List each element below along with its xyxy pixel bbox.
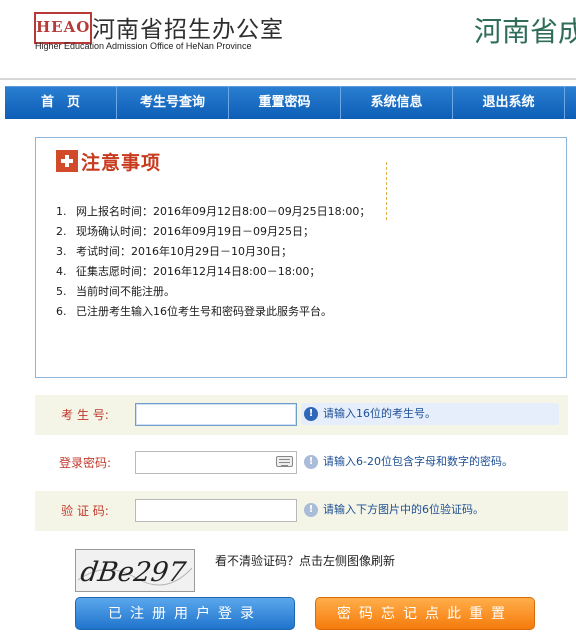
notice-title: 注意事项	[81, 151, 162, 174]
captcha-graphic: dBe297	[76, 550, 194, 591]
notice-item: 1. 网上报名时间：2016年09月12日8:00－09月25日18:00；	[56, 202, 370, 222]
notice-item-number: 4.	[56, 265, 67, 278]
exam-number-hint-text: 请输入16位的考生号。	[323, 407, 436, 420]
plus-icon	[56, 150, 78, 172]
site-banner-title: 河南省成	[474, 15, 576, 48]
header-divider	[0, 78, 576, 80]
nav-exam-number-lookup[interactable]: 考生号查询	[117, 87, 229, 119]
captcha-label: 验 证 码:	[61, 504, 109, 518]
nav-logout[interactable]: 退出系统	[453, 87, 565, 119]
keyboard-icon[interactable]	[276, 456, 293, 467]
exam-number-label: 考 生 号:	[61, 408, 109, 422]
password-hint: ! 请输入6-20位包含字母和数字的密码。	[301, 451, 521, 473]
nav-system-info[interactable]: 系统信息	[341, 87, 453, 119]
nav-home[interactable]: 首 页	[5, 87, 117, 119]
nav-reset-password[interactable]: 重置密码	[229, 87, 341, 119]
exam-number-hint: ! 请输入16位的考生号。	[301, 403, 559, 425]
login-button[interactable]: 已注册用户登录	[75, 597, 295, 630]
page: HEAO 河南省招生办公室 Higher Education Admission…	[0, 0, 576, 639]
info-icon: !	[304, 407, 318, 421]
password-input[interactable]	[135, 451, 297, 474]
captcha-input[interactable]	[135, 499, 297, 522]
notice-item: 5. 当前时间不能注册。	[56, 282, 370, 302]
exam-number-input[interactable]	[135, 403, 297, 426]
notice-item-number: 2.	[56, 225, 67, 238]
notice-item-text: 现场确认时间：2016年09月19日－09月25日；	[76, 225, 314, 238]
logo: HEAO	[34, 12, 92, 44]
main-nav: 首 页 考生号查询 重置密码 系统信息 退出系统	[5, 86, 576, 119]
notice-item-text: 征集志愿时间：2016年12月14日8:00－18:00；	[76, 265, 321, 278]
captcha-hint: ! 请输入下方图片中的6位验证码。	[301, 499, 492, 521]
notice-item-number: 5.	[56, 285, 67, 298]
notice-item-number: 3.	[56, 245, 67, 258]
notice-panel: 注意事项 1. 网上报名时间：2016年09月12日8:00－09月25日18:0…	[35, 137, 567, 378]
notice-item: 3. 考试时间：2016年10月29日－10月30日；	[56, 242, 370, 262]
notice-item-number: 6.	[56, 305, 67, 318]
notice-item: 4. 征集志愿时间：2016年12月14日8:00－18:00；	[56, 262, 370, 282]
exam-number-row: 考 生 号: ! 请输入16位的考生号。	[35, 395, 568, 435]
captcha-hint-text: 请输入下方图片中的6位验证码。	[323, 503, 484, 516]
notice-item-text: 已注册考生输入16位考生号和密码登录此服务平台。	[76, 305, 332, 318]
password-label: 登录密码:	[58, 456, 112, 470]
password-hint-text: 请输入6-20位包含字母和数字的密码。	[323, 455, 513, 468]
notice-item: 6. 已注册考生输入16位考生号和密码登录此服务平台。	[56, 302, 370, 322]
notice-divider	[386, 162, 387, 220]
notice-item-number: 1.	[56, 205, 67, 218]
site-name: 河南省招生办公室	[92, 17, 284, 43]
site-english-name: Higher Education Admission Office of HeN…	[35, 41, 252, 51]
notice-item-text: 网上报名时间：2016年09月12日8:00－09月25日18:00；	[76, 205, 371, 218]
captcha-image[interactable]: dBe297	[75, 549, 195, 592]
info-icon: !	[304, 455, 318, 469]
notice-item-text: 当前时间不能注册。	[76, 285, 175, 298]
password-row: 登录密码: ! 请输入6-20位包含字母和数字的密码。	[35, 443, 568, 483]
header: HEAO 河南省招生办公室 Higher Education Admission…	[0, 0, 576, 80]
info-icon: !	[304, 503, 318, 517]
captcha-row: 验 证 码: ! 请输入下方图片中的6位验证码。	[35, 491, 568, 531]
notice-list: 1. 网上报名时间：2016年09月12日8:00－09月25日18:00； 2.…	[56, 202, 370, 322]
notice-item-text: 考试时间：2016年10月29日－10月30日；	[76, 245, 292, 258]
reset-password-button[interactable]: 密码忘记点此重置	[315, 597, 535, 630]
notice-item: 2. 现场确认时间：2016年09月19日－09月25日；	[56, 222, 370, 242]
captcha-text: dBe297	[79, 557, 189, 588]
notice-heading: 注意事项	[56, 149, 162, 174]
captcha-refresh-tip: 看不清验证码？点击左侧图像刷新	[215, 554, 396, 568]
